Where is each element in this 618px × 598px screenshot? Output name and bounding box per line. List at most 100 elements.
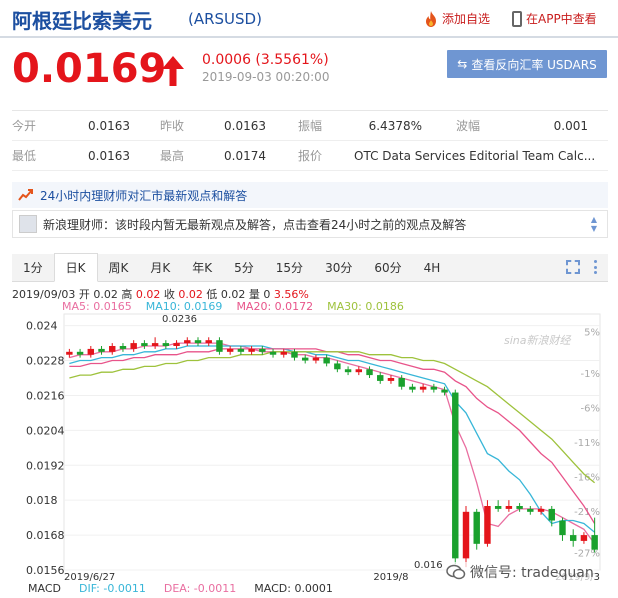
candle-body — [237, 348, 245, 352]
candle — [184, 337, 191, 346]
candle — [527, 506, 534, 515]
stat-value: 0.0163 — [88, 148, 130, 163]
candle-body — [323, 357, 330, 364]
candle — [452, 389, 459, 565]
candle-body — [280, 351, 287, 355]
macd-title: MACD — [28, 582, 61, 595]
stat-label: 振幅 — [298, 119, 323, 133]
candle-body — [387, 378, 395, 381]
candle-body — [226, 348, 234, 352]
y-axis-right: 5% -1% -6% -11% -16% -21% -27% — [574, 327, 600, 559]
tab-daily-k[interactable]: 日K — [53, 253, 98, 282]
candle-body — [527, 508, 534, 512]
stat-label: 今开 — [12, 119, 37, 133]
candle-body — [205, 340, 212, 344]
tab-weekly-k[interactable]: 周K — [98, 254, 140, 282]
advisor-opinion-message[interactable]: 新浪理财师：该时段内暂无最新观点及解答，点击查看24小时之前的观点及解答 ▲ ▼ — [12, 210, 608, 238]
candle-body — [355, 369, 363, 373]
candle — [98, 346, 105, 355]
candle-body — [151, 343, 159, 346]
advisor-opinion-headline: 24小时内理财师对汇市最新观点和解答 — [40, 188, 248, 203]
candle — [226, 346, 234, 355]
quote-time: 2019-09-03 00:20:00 — [202, 70, 330, 84]
candle-body — [484, 506, 491, 544]
more-options-icon[interactable] — [594, 260, 598, 274]
candle — [505, 500, 513, 512]
candle-body — [537, 508, 545, 512]
candle — [559, 517, 566, 541]
ma-line-ma30 — [69, 351, 596, 484]
candle-body — [559, 520, 566, 536]
scroll-arrows-icon[interactable]: ▲ ▼ — [589, 215, 599, 233]
stats-row: 最低 0.0163 最高 0.0174 报价 OTC Data Services… — [12, 141, 608, 171]
candle — [430, 383, 438, 393]
candle-body — [162, 343, 170, 346]
swap-icon: ⇆ — [457, 57, 468, 71]
view-in-app-label: 在APP中查看 — [526, 12, 597, 26]
stat-value: 6.4378% — [368, 118, 422, 133]
candle-body — [569, 535, 577, 541]
candle — [591, 517, 598, 553]
candle — [334, 360, 341, 373]
kline-chart[interactable]: 0.024 0.0228 0.0216 0.0204 0.0192 0.018 0.0168… — [0, 312, 618, 582]
y-tick-label: 0.0216 — [26, 389, 65, 402]
candle-body — [130, 343, 137, 349]
period-tabs: 1分 日K 周K 月K 年K 5分 15分 30分 60分 4H — [12, 253, 608, 282]
candle-body — [194, 340, 202, 344]
annotations: 0.0236 0.016 — [162, 314, 443, 571]
view-in-app-button[interactable]: 在APP中查看 — [512, 10, 597, 27]
phone-icon — [512, 10, 522, 27]
add-favorite-button[interactable]: 添加自选 — [424, 10, 490, 27]
trend-icon — [18, 189, 33, 201]
current-price: 0.0169 — [12, 46, 167, 92]
y-tick-label: 0.0192 — [26, 459, 65, 472]
candle-body — [591, 535, 598, 550]
right-tick-label: -27% — [574, 549, 600, 560]
candle-body — [109, 346, 116, 352]
candle — [141, 340, 148, 349]
ma-line-ma5 — [69, 342, 596, 545]
tab-60min[interactable]: 60分 — [363, 254, 412, 282]
stat-label: 波幅 — [456, 119, 481, 133]
tab-4h[interactable]: 4H — [413, 254, 452, 282]
candle-body — [216, 340, 223, 352]
tab-5min[interactable]: 5分 — [223, 254, 265, 282]
reverse-rate-button[interactable]: ⇆ 查看反向汇率 USDARS — [447, 50, 607, 78]
candle — [269, 348, 277, 358]
candle-body — [269, 351, 277, 355]
candle-body — [141, 343, 148, 346]
candle-body — [441, 389, 448, 393]
tab-30min[interactable]: 30分 — [314, 254, 363, 282]
candle-body — [409, 386, 416, 390]
tab-monthly-k[interactable]: 月K — [139, 254, 181, 282]
candle-body — [312, 357, 320, 361]
fullscreen-icon[interactable] — [566, 260, 580, 274]
candle — [87, 346, 95, 358]
tab-yearly-k[interactable]: 年K — [181, 254, 223, 282]
currency-code: (ARSUSD) — [188, 10, 262, 28]
wechat-icon — [446, 564, 466, 580]
y-tick-label: 0.0168 — [26, 529, 65, 542]
candle-body — [430, 386, 438, 390]
candle-body — [98, 348, 105, 352]
tab-15min[interactable]: 15分 — [265, 254, 314, 282]
candle-body — [580, 535, 588, 541]
candle — [419, 383, 427, 393]
candle — [205, 337, 212, 346]
candle — [109, 343, 116, 355]
y-tick-label: 0.0156 — [26, 564, 65, 577]
arrow-up-icon — [162, 56, 184, 86]
advisor-opinion-header[interactable]: 24小时内理财师对汇市最新观点和解答 — [12, 182, 608, 208]
stats-row: 今开 0.0163 昨收 0.0163 振幅 6.4378% 波幅 0.001 — [12, 111, 608, 141]
candle-body — [452, 392, 459, 559]
x-tick-label: 2019/6/27 — [64, 572, 115, 582]
ma-lines — [69, 342, 596, 545]
candle-body — [462, 511, 470, 559]
right-tick-label: -21% — [574, 507, 600, 518]
wechat-id: 微信号: tradequan — [470, 565, 594, 581]
candle-body — [548, 508, 555, 521]
sina-watermark: sina新浪财经 — [504, 334, 571, 347]
stats-table: 今开 0.0163 昨收 0.0163 振幅 6.4378% 波幅 0.001 … — [12, 110, 608, 171]
tab-1min[interactable]: 1分 — [12, 254, 54, 282]
title-bar: 阿根廷比索美元 (ARSUSD) 添加自选 在APP中查看 — [0, 0, 618, 38]
